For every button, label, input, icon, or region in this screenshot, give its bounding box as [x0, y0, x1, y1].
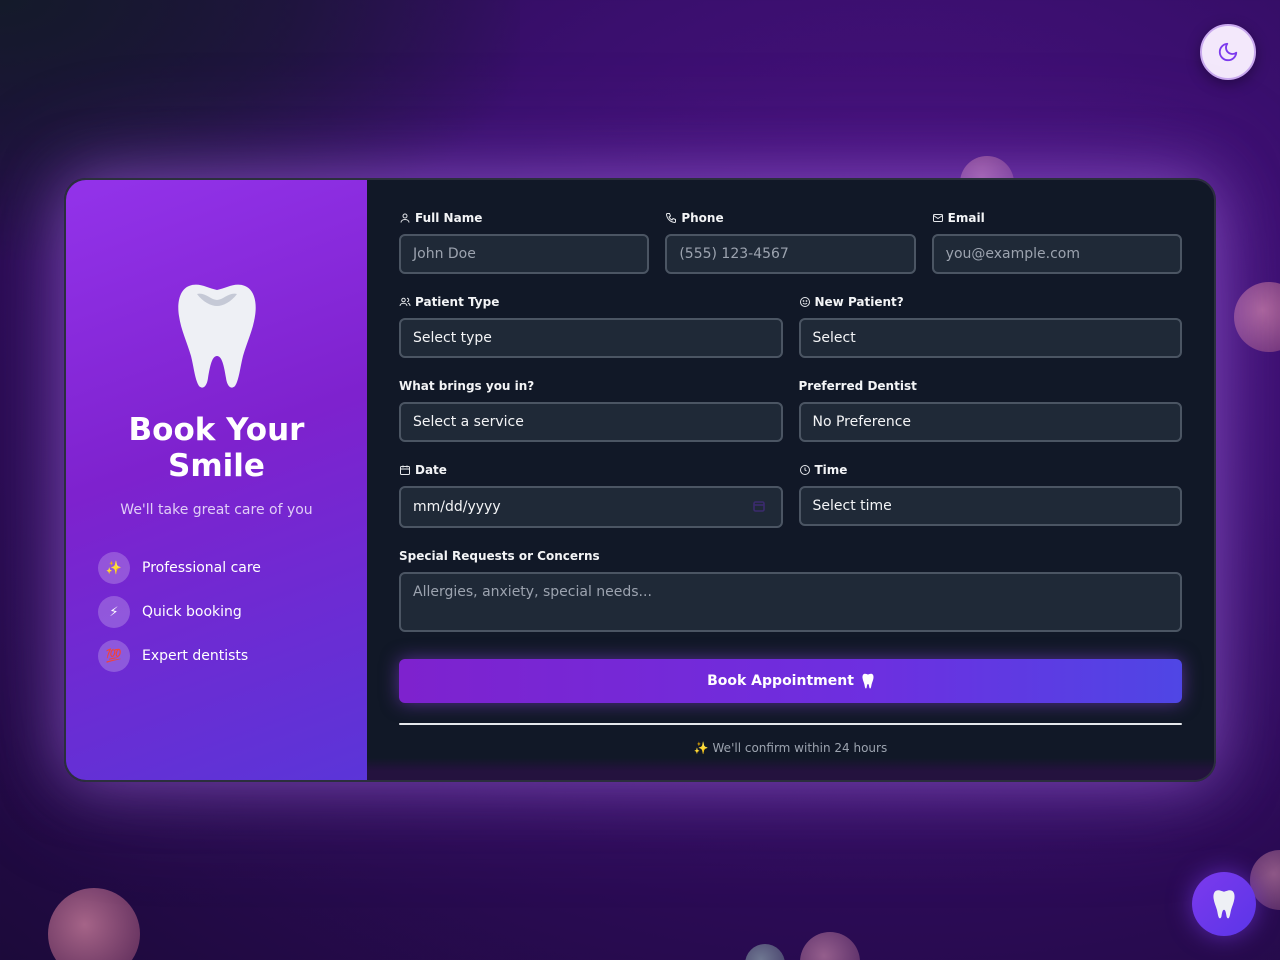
- requests-label: Special Requests or Concerns: [399, 549, 600, 563]
- hero-tagline: We'll take great care of you: [120, 502, 313, 518]
- full-name-field: Full Name John Doe: [399, 210, 650, 274]
- time-field: Time Select time: [798, 462, 1182, 528]
- feature-item: 💯 Expert dentists: [98, 640, 367, 672]
- full-name-label: Full Name: [415, 211, 483, 225]
- users-icon: [399, 297, 411, 307]
- tooth-fab-button[interactable]: [1192, 872, 1256, 936]
- smile-icon: [799, 297, 810, 307]
- time-label: Time: [814, 463, 848, 477]
- requests-textarea[interactable]: Allergies, anxiety, special needs...: [399, 572, 1182, 632]
- hundred-icon: 💯: [98, 640, 130, 672]
- book-appointment-button[interactable]: Book Appointment: [399, 659, 1182, 703]
- tooth-icon: [1213, 890, 1235, 919]
- tooth-icon: [177, 284, 256, 388]
- feature-item: ✨ Professional care: [98, 552, 367, 584]
- feature-label: Expert dentists: [142, 648, 249, 664]
- patient-type-field: Patient Type Select type: [399, 294, 783, 358]
- feature-label: Professional care: [142, 560, 261, 576]
- dentist-field: Preferred Dentist No Preference: [798, 378, 1182, 442]
- phone-input[interactable]: (555) 123-4567: [665, 234, 916, 274]
- date-input[interactable]: mm/dd/yyyy: [399, 486, 783, 528]
- date-field: Date mm/dd/yyyy: [399, 462, 783, 528]
- patient-row: Patient Type Select type New Patient? Se…: [399, 294, 1182, 358]
- full-name-input[interactable]: John Doe: [399, 234, 650, 274]
- email-field: Email you@example.com: [931, 210, 1182, 274]
- sparkles-icon: ✨: [98, 552, 130, 584]
- service-row: What brings you in? Select a service Pre…: [399, 378, 1182, 442]
- schedule-row: Date mm/dd/yyyy Time Select time: [399, 462, 1182, 528]
- dentist-label: Preferred Dentist: [798, 379, 917, 393]
- phone-label: Phone: [681, 211, 724, 225]
- requests-field: Special Requests or Concerns Allergies, …: [399, 548, 1182, 632]
- phone-field: Phone (555) 123-4567: [665, 210, 916, 274]
- new-patient-label: New Patient?: [814, 295, 904, 309]
- hero-panel: Book Your Smile We'll take great care of…: [66, 180, 367, 780]
- contact-row: Full Name John Doe Phone (555) 123-4567 …: [399, 210, 1182, 274]
- patient-type-select[interactable]: Select type: [399, 318, 783, 358]
- decorative-bubble: [48, 888, 140, 960]
- dentist-select[interactable]: No Preference: [798, 402, 1182, 442]
- tooth-icon: [862, 673, 874, 689]
- decorative-bubble: [1234, 282, 1280, 352]
- decorative-bubble: [745, 944, 785, 960]
- date-label: Date: [415, 463, 447, 477]
- clock-icon: [799, 465, 810, 475]
- feature-label: Quick booking: [142, 604, 242, 620]
- book-appointment-label: Book Appointment: [707, 673, 854, 689]
- hero-title: Book Your Smile: [128, 412, 305, 484]
- bottom-edge: [367, 758, 1214, 780]
- theme-toggle-button[interactable]: [1200, 24, 1256, 80]
- service-select[interactable]: Select a service: [399, 402, 783, 442]
- divider: [399, 723, 1182, 725]
- calendar-picker-icon[interactable]: [752, 500, 765, 516]
- moon-icon: [1218, 42, 1238, 62]
- feature-list: ✨ Professional care ⚡ Quick booking 💯 Ex…: [66, 552, 367, 684]
- phone-icon: [666, 213, 677, 224]
- date-value: mm/dd/yyyy: [413, 499, 501, 515]
- user-icon: [400, 213, 410, 223]
- service-label: What brings you in?: [399, 379, 535, 393]
- service-field: What brings you in? Select a service: [399, 378, 783, 442]
- feature-item: ⚡ Quick booking: [98, 596, 367, 628]
- new-patient-field: New Patient? Select: [798, 294, 1182, 358]
- booking-card: Book Your Smile We'll take great care of…: [64, 178, 1216, 782]
- email-input[interactable]: you@example.com: [931, 234, 1182, 274]
- time-select[interactable]: Select time: [798, 486, 1182, 526]
- decorative-bubble: [800, 932, 860, 960]
- confirmation-note: ✨ We'll confirm within 24 hours: [693, 741, 888, 755]
- calendar-icon: [400, 465, 410, 475]
- patient-type-label: Patient Type: [415, 295, 500, 309]
- mail-icon: [932, 214, 943, 222]
- email-label: Email: [947, 211, 985, 225]
- new-patient-select[interactable]: Select: [798, 318, 1182, 358]
- booking-form: Full Name John Doe Phone (555) 123-4567 …: [367, 180, 1214, 780]
- lightning-icon: ⚡: [98, 596, 130, 628]
